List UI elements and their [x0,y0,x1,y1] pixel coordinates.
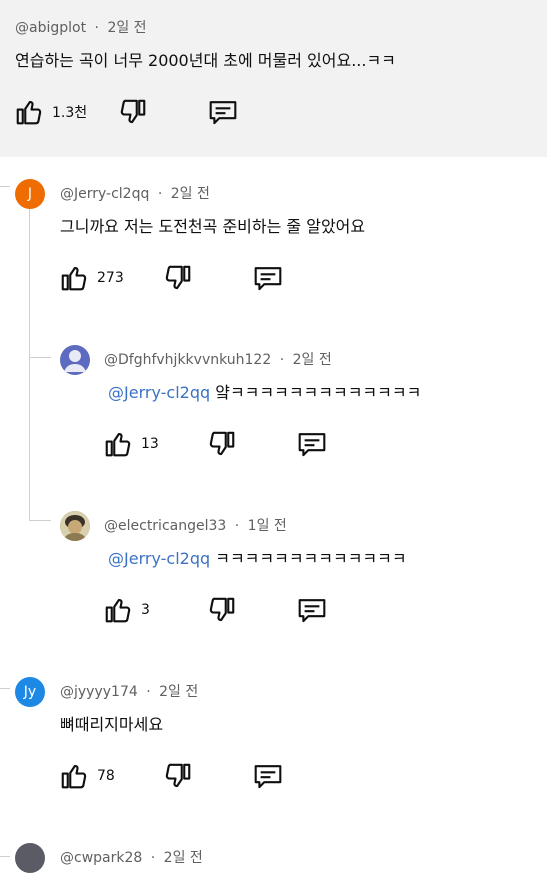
thread-connector [29,520,51,521]
dislike-button[interactable] [163,263,193,297]
comment-text: 그니까요 저는 도전천곡 준비하는 줄 알았어요 [60,217,366,236]
thread-connector [0,688,10,689]
separator: · [146,684,151,700]
separator: · [234,518,240,534]
mention-link[interactable]: @Jerry-cl2qq [108,383,210,402]
comment-header: @Dfghfvhjkkvvnkuh122 · 2일 전 [104,349,332,369]
separator: · [157,186,163,202]
comment-text: @Jerry-cl2qq 얔ㅋㅋㅋㅋㅋㅋㅋㅋㅋㅋㅋㅋㅋ [108,379,421,403]
reply-comment-icon [298,599,326,623]
comment-header: @jyyyy174 · 2일 전 [60,681,198,701]
reply-text: 얔ㅋㅋㅋㅋㅋㅋㅋㅋㅋㅋㅋㅋㅋ [215,383,422,402]
thumbs-up-icon [61,764,87,789]
profile-photo-icon [60,511,90,541]
like-button[interactable]: 13 [103,429,159,459]
thumbs-down-icon [165,265,191,290]
like-button[interactable]: 3 [103,595,150,625]
comment-header: @abigplot · 2일 전 [15,17,147,37]
like-count: 78 [97,768,115,784]
like-button[interactable]: 1.3천 [14,97,87,127]
reply-comment-icon [298,433,326,457]
like-button[interactable]: 78 [59,761,115,791]
dislike-button[interactable] [118,97,148,131]
avatar-letter: Jy [23,684,37,700]
author-handle[interactable]: @cwpark28 [60,850,142,866]
thumbs-up-icon [105,432,131,457]
dislike-button[interactable] [163,761,193,795]
default-user-icon [64,350,86,372]
dislike-button[interactable] [207,595,237,629]
avatar-letter: J [27,186,33,202]
avatar[interactable] [60,511,90,541]
comment-header: @Jerry-cl2qq · 2일 전 [60,183,210,203]
comment-text: @Jerry-cl2qq ㅋㅋㅋㅋㅋㅋㅋㅋㅋㅋㅋㅋㅋ [108,545,407,569]
separator: · [150,850,156,866]
reply-button[interactable] [252,761,284,795]
thumbs-down-icon [209,431,235,456]
timestamp: 2일 전 [163,850,203,866]
separator: · [279,352,285,368]
reply-button[interactable] [252,263,284,297]
thread-connector [0,186,10,187]
thumbs-up-icon [105,598,131,623]
avatar[interactable] [15,843,45,873]
separator: · [94,20,99,36]
timestamp: 1일 전 [247,518,287,534]
comment-actions: 3 [103,595,326,625]
timestamp: 2일 전 [159,684,199,700]
reply-comment-icon [209,101,237,125]
like-count: 1.3천 [52,105,88,121]
comment-actions: 78 [59,761,282,791]
thread-connector [0,856,10,857]
author-handle[interactable]: @jyyyy174 [60,684,138,700]
reply-button[interactable] [296,429,328,463]
comment-text: 연습하는 곡이 너무 2000년대 초에 머물러 있어요...ㅋㅋ [15,51,396,70]
reply-button[interactable] [296,595,328,629]
like-count: 3 [141,602,150,618]
avatar[interactable]: J [15,179,45,209]
thread-connector [29,357,51,358]
comment-actions: 273 [59,263,282,293]
comment-actions: 1.3천 [14,97,237,127]
thumbs-down-icon [165,763,191,788]
comment-header: @electricangel33 · 1일 전 [104,515,287,535]
thread-line [29,208,30,520]
timestamp: 2일 전 [292,352,332,368]
author-handle[interactable]: @electricangel33 [104,518,226,534]
like-button[interactable]: 273 [59,263,124,293]
reply-comment-icon [254,267,282,291]
thumbs-up-icon [61,266,87,291]
author-handle[interactable]: @abigplot [15,20,86,36]
dislike-button[interactable] [207,429,237,463]
comment-actions: 13 [103,429,326,459]
reply-comment-icon [254,765,282,789]
comment-text: 뼈때리지마세요 [60,715,164,734]
timestamp: 2일 전 [170,186,210,202]
timestamp: 2일 전 [107,20,147,36]
reply-text: ㅋㅋㅋㅋㅋㅋㅋㅋㅋㅋㅋㅋㅋ [215,549,407,568]
thumbs-down-icon [120,99,146,124]
like-count: 273 [97,270,124,286]
author-handle[interactable]: @Jerry-cl2qq [60,186,149,202]
reply-button[interactable] [207,97,239,131]
author-handle[interactable]: @Dfghfvhjkkvvnkuh122 [104,352,271,368]
avatar[interactable] [60,345,90,375]
avatar[interactable]: Jy [15,677,45,707]
like-count: 13 [141,436,159,452]
mention-link[interactable]: @Jerry-cl2qq [108,549,210,568]
thumbs-up-icon [16,100,42,125]
comment-header: @cwpark28 · 2일 전 [60,847,203,867]
thumbs-down-icon [209,597,235,622]
